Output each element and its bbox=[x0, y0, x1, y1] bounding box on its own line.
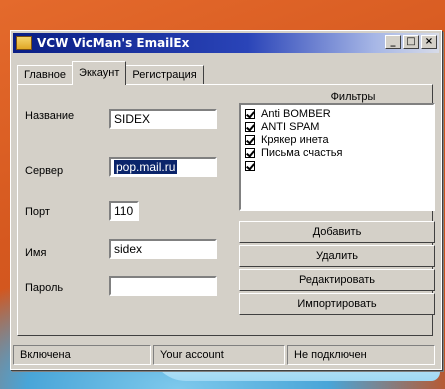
checkbox-checked-icon[interactable] bbox=[245, 108, 255, 119]
minimize-button[interactable]: _ bbox=[385, 35, 401, 49]
name-label: Название bbox=[25, 110, 75, 122]
filter-item[interactable]: Крякер инета bbox=[245, 133, 433, 146]
user-input[interactable]: sidex bbox=[109, 239, 217, 259]
tab-main[interactable]: Главное bbox=[17, 65, 74, 85]
port-label: Порт bbox=[25, 206, 50, 218]
user-label: Имя bbox=[25, 247, 47, 259]
port-input-value: 110 bbox=[114, 204, 134, 218]
close-button[interactable]: × bbox=[421, 35, 437, 49]
filter-label: Письма счастья bbox=[261, 146, 343, 159]
title-bar[interactable]: VCW VicMan's EmailEx _ □ × bbox=[13, 33, 439, 53]
app-window: VCW VicMan's EmailEx _ □ × Главное Эккау… bbox=[10, 30, 442, 370]
filter-item[interactable] bbox=[245, 159, 433, 172]
filter-label: Крякер инета bbox=[261, 133, 329, 146]
window-title: VCW VicMan's EmailEx bbox=[37, 36, 190, 50]
name-input[interactable]: SIDEX bbox=[109, 109, 217, 129]
status-state: Включена bbox=[13, 345, 151, 365]
window-controls: _ □ × bbox=[385, 35, 437, 49]
filter-item[interactable]: Письма счастья bbox=[245, 146, 433, 159]
checkbox-checked-icon[interactable] bbox=[245, 134, 255, 145]
tab-registration[interactable]: Регистрация bbox=[125, 65, 204, 85]
filters-list[interactable]: Anti BOMBER ANTI SPAM Крякер инета Письм… bbox=[239, 103, 435, 211]
delete-filter-button[interactable]: Удалить bbox=[239, 245, 435, 267]
filter-item[interactable]: Anti BOMBER bbox=[245, 107, 433, 120]
filter-label: Anti BOMBER bbox=[261, 107, 331, 120]
port-input[interactable]: 110 bbox=[109, 201, 139, 221]
checkbox-checked-icon[interactable] bbox=[245, 160, 255, 171]
maximize-button[interactable]: □ bbox=[403, 35, 419, 49]
status-bar: Включена Your account Не подключен bbox=[13, 345, 439, 365]
checkbox-checked-icon[interactable] bbox=[245, 121, 255, 132]
status-account: Your account bbox=[153, 345, 285, 365]
status-connection: Не подключен bbox=[287, 345, 435, 365]
name-input-value: SIDEX bbox=[114, 112, 151, 126]
server-input[interactable]: pop.mail.ru bbox=[109, 157, 217, 177]
checkbox-checked-icon[interactable] bbox=[245, 147, 255, 158]
filter-item[interactable]: ANTI SPAM bbox=[245, 120, 433, 133]
filter-label: ANTI SPAM bbox=[261, 120, 320, 133]
add-filter-button[interactable]: Добавить bbox=[239, 221, 435, 243]
tab-strip: Главное Эккаунт Регистрация bbox=[17, 61, 204, 85]
password-input[interactable] bbox=[109, 276, 217, 296]
import-filter-button[interactable]: Импортировать bbox=[239, 293, 435, 315]
envelope-app-icon bbox=[16, 36, 32, 50]
edit-filter-button[interactable]: Редактировать bbox=[239, 269, 435, 291]
user-input-value: sidex bbox=[114, 242, 143, 256]
server-input-value: pop.mail.ru bbox=[114, 160, 178, 174]
server-label: Сервер bbox=[25, 165, 64, 177]
filters-title: Фильтры bbox=[330, 91, 376, 103]
tab-account[interactable]: Эккаунт bbox=[72, 61, 127, 85]
password-label: Пароль bbox=[25, 282, 64, 294]
